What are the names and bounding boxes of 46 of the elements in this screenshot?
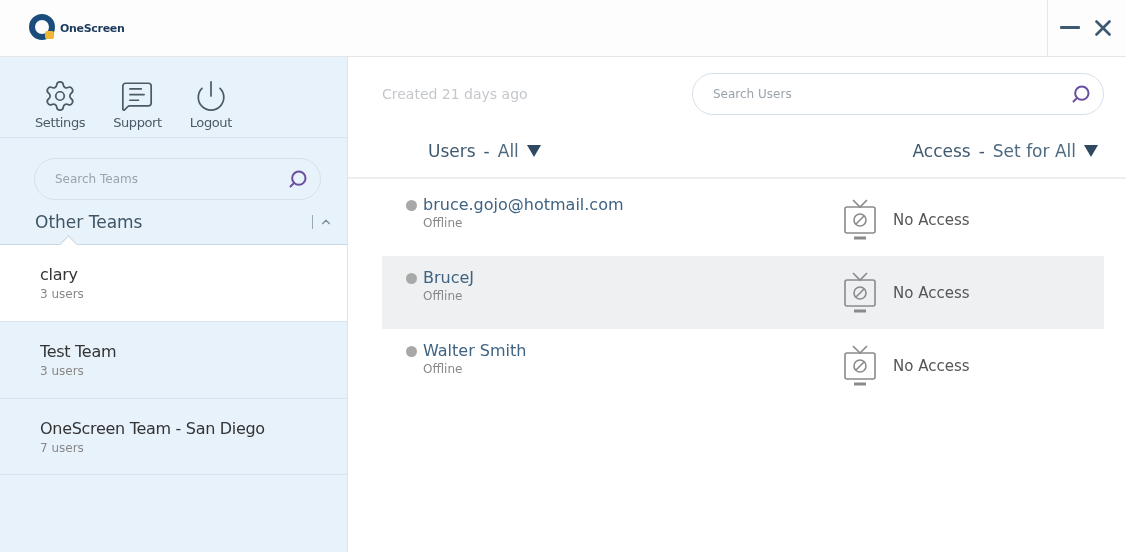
- dropdown-triangle-icon: [1084, 145, 1098, 157]
- team-item[interactable]: clary 3 users: [0, 245, 347, 322]
- chat-bubble-icon: [120, 79, 155, 113]
- user-name: bruce.gojo@hotmail.com: [423, 195, 624, 214]
- logo-text: OneScreen: [60, 21, 125, 35]
- minus-icon: [1060, 26, 1080, 30]
- status-dot: [406, 273, 417, 284]
- team-name: Test Team: [40, 342, 117, 361]
- separator: -: [483, 141, 490, 161]
- dropdown-triangle-icon: [526, 145, 541, 157]
- user-status: Offline: [423, 216, 464, 230]
- user-count: 3 users: [40, 364, 84, 378]
- collapse-toggle[interactable]: [312, 215, 333, 230]
- search-users-input[interactable]: Search Users: [711, 86, 1071, 102]
- access-level: No Access: [893, 356, 970, 375]
- settings-button[interactable]: Settings: [35, 79, 86, 138]
- user-name: BruceJ: [423, 268, 475, 287]
- logout-button[interactable]: Logout: [189, 79, 232, 138]
- tv-blocked-icon: [843, 197, 877, 242]
- status-dot: [406, 200, 417, 211]
- team-name: OneScreen Team - San Diego: [40, 418, 265, 438]
- users-label: Users: [428, 141, 476, 161]
- access-filter-dropdown[interactable]: Set for All: [992, 141, 1098, 161]
- user-name: Walter Smith: [423, 341, 527, 360]
- user-status: Offline: [423, 289, 464, 303]
- support-button[interactable]: Support: [113, 79, 162, 138]
- minimize-button[interactable]: [1060, 26, 1080, 30]
- created-date: Created 21 days ago: [382, 86, 529, 102]
- user-status: Offline: [423, 362, 464, 376]
- separator: -: [978, 141, 985, 161]
- access-label: Access: [912, 141, 971, 161]
- access-level: No Access: [893, 210, 970, 229]
- user-row[interactable]: BruceJ Offline No Access: [382, 256, 1104, 329]
- status-dot: [406, 346, 417, 357]
- search-icon: [1071, 84, 1091, 104]
- users-filter-dropdown[interactable]: All: [497, 141, 541, 161]
- section-title: Other Teams: [35, 212, 144, 233]
- tv-blocked-icon: [843, 343, 877, 388]
- logo-icon: [28, 13, 58, 43]
- tv-blocked-icon: [843, 270, 877, 315]
- access-level: No Access: [893, 283, 970, 302]
- user-count: 7 users: [40, 440, 84, 455]
- user-count: 3 users: [40, 287, 84, 302]
- search-teams-input[interactable]: Search Teams: [53, 171, 288, 188]
- team-name: clary: [40, 265, 78, 285]
- search-icon: [288, 169, 308, 190]
